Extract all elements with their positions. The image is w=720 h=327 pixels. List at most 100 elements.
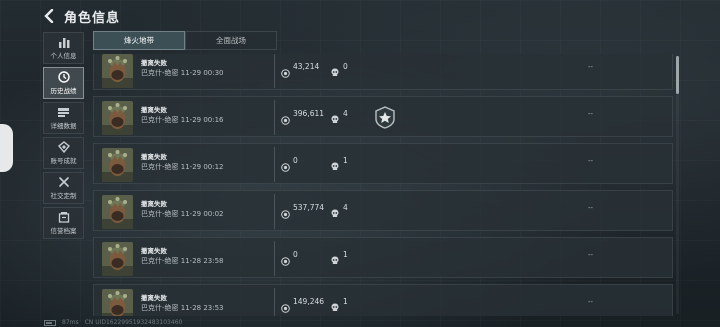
kill-count: 4 — [343, 109, 348, 118]
row-divider — [274, 194, 275, 229]
extraction-status: 撤离失败 — [141, 59, 167, 67]
coin-icon — [281, 110, 290, 125]
battery-icon — [44, 319, 56, 326]
map-and-time: 巴克什-绝密 11-28 23:53 — [141, 303, 224, 313]
skull-icon — [331, 297, 339, 311]
page-title: 角色信息 — [64, 10, 121, 26]
skull-icon — [331, 250, 339, 264]
header: 角色信息 — [42, 5, 120, 27]
kill-count: 0 — [343, 62, 348, 71]
map-name: 巴克什-绝密 — [141, 210, 179, 218]
row-divider — [274, 54, 275, 88]
asset-value: 0 — [293, 250, 298, 259]
map-name: 巴克什-绝密 — [141, 257, 179, 265]
skull-icon — [331, 156, 339, 170]
extraction-status: 撤离失败 — [141, 200, 167, 208]
match-time: 11-29 00:12 — [180, 163, 224, 171]
mode-tabs: 烽火地带 全面战场 — [93, 31, 277, 50]
map-and-time: 巴克什-绝密 11-29 00:30 — [141, 68, 224, 78]
operator-avatar — [102, 289, 133, 316]
archive-icon — [57, 211, 71, 223]
kill-count: 1 — [343, 297, 348, 306]
extraction-status: 撤离失败 — [141, 294, 167, 302]
sidebar-item-achievements[interactable]: 账号成就 — [43, 137, 84, 169]
extraction-status: 撤离失败 — [141, 247, 167, 255]
sidebar-item-label: 社交定制 — [50, 192, 77, 200]
match-record-row[interactable]: 撤离失败 巴克什-绝密 11-29 00:16 396,611 4 -- — [93, 96, 673, 137]
sidebar-item-label: 信誉档案 — [50, 227, 77, 235]
tab-full-battlefield[interactable]: 全面战场 — [185, 31, 277, 50]
match-record-row[interactable]: 撤离失败 巴克什-绝密 11-29 00:02 537,774 4 -- — [93, 190, 673, 231]
map-name: 巴克什-绝密 — [141, 163, 179, 171]
match-record-row[interactable]: 撤离失败 巴克什-绝密 11-29 00:30 43,214 0 -- — [93, 54, 673, 90]
match-record-row[interactable]: 撤离失败 巴克什-绝密 11-29 00:12 0 1 -- — [93, 143, 673, 184]
row-divider — [274, 100, 275, 135]
edge-handle[interactable] — [0, 124, 13, 172]
back-arrow-icon[interactable] — [42, 8, 56, 24]
extra-stat: -- — [588, 157, 594, 165]
map-name: 巴克什-绝密 — [141, 116, 179, 124]
row-divider — [274, 147, 275, 182]
match-history-list[interactable]: 撤离失败 巴克什-绝密 11-29 00:30 43,214 0 -- 撤离失败 巴克什-绝… — [93, 54, 677, 316]
extraction-status: 撤离失败 — [141, 106, 167, 114]
operator-avatar — [102, 195, 133, 229]
sidebar-item-social[interactable]: 社交定制 — [43, 172, 84, 204]
sidebar-item-label: 账号成就 — [50, 157, 77, 165]
match-record-row[interactable]: 撤离失败 巴克什-绝密 11-28 23:53 149,246 1 -- — [93, 284, 673, 316]
asset-value: 537,774 — [293, 203, 325, 212]
asset-value: 0 — [293, 156, 298, 165]
extraction-status: 撤离失败 — [141, 153, 167, 161]
operator-avatar — [102, 54, 133, 88]
map-and-time: 巴克什-绝密 11-29 00:12 — [141, 162, 224, 172]
extra-stat: -- — [588, 63, 594, 71]
kill-count: 4 — [343, 203, 348, 212]
match-time: 11-28 23:53 — [180, 304, 224, 312]
sidebar: 个人信息 历史战绩 详细数据 账号成就 社交定制 信誉档案 — [43, 32, 84, 239]
sidebar-item-credit-archive[interactable]: 信誉档案 — [43, 207, 84, 239]
coin-icon — [281, 251, 290, 266]
coin-icon — [281, 298, 290, 313]
map-and-time: 巴克什-绝密 11-28 23:58 — [141, 256, 224, 266]
operator-avatar — [102, 148, 133, 182]
map-name: 巴克什-绝密 — [141, 69, 179, 77]
scroll-thumb[interactable] — [676, 56, 679, 94]
row-divider — [274, 288, 275, 316]
asset-value: 149,246 — [293, 297, 325, 306]
sidebar-item-label: 个人信息 — [50, 52, 77, 60]
sidebar-item-personal-info[interactable]: 个人信息 — [43, 32, 84, 64]
kill-count: 1 — [343, 250, 348, 259]
extra-stat: -- — [588, 298, 594, 306]
match-time: 11-29 00:16 — [180, 116, 224, 124]
sidebar-item-label: 详细数据 — [50, 122, 77, 130]
match-time: 11-29 00:30 — [180, 69, 224, 77]
match-record-row[interactable]: 撤离失败 巴克什-绝密 11-28 23:58 0 1 -- — [93, 237, 673, 278]
scrollbar[interactable] — [676, 56, 679, 314]
asset-value: 396,611 — [293, 109, 325, 118]
map-name: 巴克什-绝密 — [141, 304, 179, 312]
history-icon — [57, 71, 71, 83]
map-and-time: 巴克什-绝密 11-29 00:16 — [141, 115, 224, 125]
match-time: 11-29 00:02 — [180, 210, 224, 218]
bar-chart-icon — [57, 36, 71, 48]
tab-hazard-zone[interactable]: 烽火地带 — [93, 31, 185, 50]
stack-icon — [57, 106, 71, 118]
coin-icon — [281, 204, 290, 219]
match-time: 11-28 23:58 — [180, 257, 224, 265]
extra-stat: -- — [588, 204, 594, 212]
medal-badge-icon — [375, 106, 395, 129]
extra-stat: -- — [588, 110, 594, 118]
asset-value: 43,214 — [293, 62, 320, 71]
row-divider — [274, 241, 275, 276]
coin-icon — [281, 63, 290, 78]
kill-count: 1 — [343, 156, 348, 165]
medal-icon — [57, 141, 71, 153]
sidebar-item-detailed-data[interactable]: 详细数据 — [43, 102, 84, 134]
map-and-time: 巴克什-绝密 11-29 00:02 — [141, 209, 224, 219]
operator-avatar — [102, 242, 133, 276]
sidebar-item-history[interactable]: 历史战绩 — [43, 67, 84, 99]
skull-icon — [331, 62, 339, 76]
extra-stat: -- — [588, 251, 594, 259]
coin-icon — [281, 157, 290, 172]
skull-icon — [331, 203, 339, 217]
sidebar-item-label: 历史战绩 — [50, 87, 77, 95]
